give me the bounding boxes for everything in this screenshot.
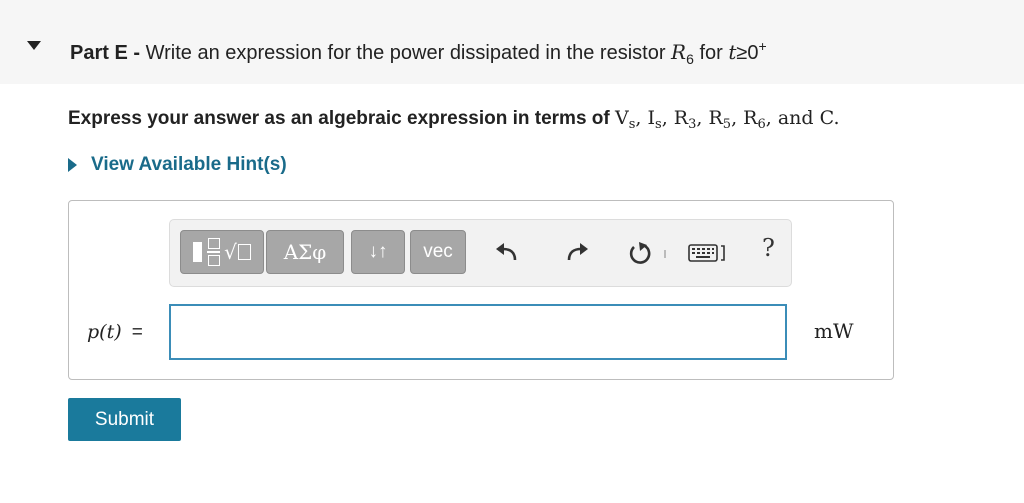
instructions: Express your answer as an algebraic expr… <box>68 105 840 138</box>
var-base: R <box>708 107 723 129</box>
ge-symbol: ≥ <box>736 42 748 64</box>
instructions-prefix: Express your answer as an algebraic expr… <box>68 108 610 129</box>
help-button[interactable]: ? <box>762 234 775 262</box>
answer-lhs: p(t) = <box>87 321 143 344</box>
answer-input[interactable] <box>169 304 787 360</box>
variable-list: Vs, Is, R3, R5, R6, and C. <box>615 107 840 132</box>
templates-icon <box>193 242 203 262</box>
resistor-subscript: 6 <box>686 51 694 67</box>
templates-button[interactable]: √ <box>180 230 264 274</box>
part-header: Part E - Write an expression for the pow… <box>0 0 1024 84</box>
var-sep: , <box>661 107 674 129</box>
toolbar-separator <box>664 250 666 258</box>
for-text: for <box>699 42 723 64</box>
var-sep: , <box>696 107 709 129</box>
part-title-text: Write an expression for the power dissip… <box>145 42 666 64</box>
math-toolbar: √ ΑΣφ ↓↑ vec ? <box>169 219 792 287</box>
lhs-argument: (t) <box>99 321 122 343</box>
unit-label: mW <box>814 319 854 343</box>
lhs-equals: = <box>131 322 143 343</box>
vector-button[interactable]: vec <box>410 230 466 274</box>
var-sep: , <box>635 107 648 129</box>
redo-icon[interactable] <box>563 240 591 266</box>
var-base: V <box>615 107 629 129</box>
plus-superscript: + <box>758 38 767 54</box>
sqrt-icon: √ <box>224 240 251 264</box>
collapse-caret-icon[interactable] <box>27 41 41 50</box>
expand-triangle-icon <box>68 158 77 172</box>
var-sub: 5 <box>722 117 732 132</box>
var-base: C <box>819 107 834 129</box>
var-sub: s <box>655 117 662 132</box>
fraction-icon <box>207 238 221 266</box>
view-hints-label: View Available Hint(s) <box>91 154 287 175</box>
view-hints-link[interactable]: View Available Hint(s) <box>68 154 287 176</box>
answer-panel: √ ΑΣφ ↓↑ vec ? p(t) = mW <box>68 200 894 380</box>
var-sep: . <box>833 107 840 129</box>
var-base: I <box>647 107 656 129</box>
var-sub: 6 <box>757 117 766 132</box>
submit-button[interactable]: Submit <box>68 398 181 441</box>
greek-symbols-button[interactable]: ΑΣφ <box>266 230 344 274</box>
var-sep: , and <box>765 107 820 129</box>
var-base: R <box>743 107 758 129</box>
reset-icon[interactable] <box>626 240 654 266</box>
keyboard-icon[interactable] <box>688 240 728 266</box>
part-title: Part E - Write an expression for the pow… <box>70 33 767 72</box>
zero-text: 0 <box>747 42 759 64</box>
part-label: Part E - <box>70 42 141 64</box>
undo-icon[interactable] <box>493 240 521 266</box>
resistor-symbol: R <box>671 40 687 64</box>
var-sep: , <box>731 107 744 129</box>
lhs-function: p <box>87 321 100 343</box>
arrows-button[interactable]: ↓↑ <box>351 230 405 274</box>
var-base: R <box>673 107 689 129</box>
